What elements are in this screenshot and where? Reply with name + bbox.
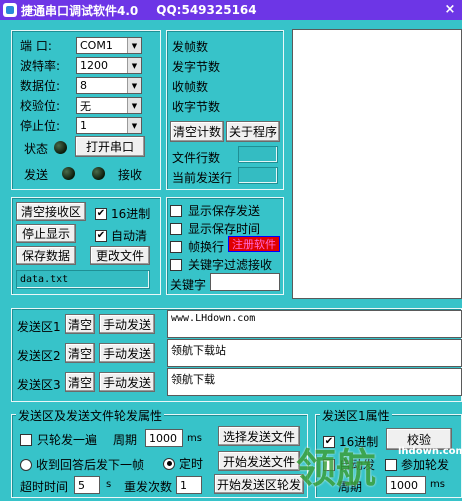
port-label: 端 口: — [20, 39, 52, 53]
start-rotation-button[interactable]: 开始发送区轮发 — [214, 474, 304, 494]
close-icon[interactable]: × — [442, 1, 458, 17]
file-lines-label: 文件行数 — [172, 151, 221, 165]
send-area-1-label: 发送区1 — [17, 320, 61, 334]
port-select[interactable]: COM1 ▼ — [76, 37, 142, 54]
send-bytes-label: 发字节数 — [172, 60, 221, 74]
send-led-icon — [62, 167, 75, 180]
send-area-2-clear-button[interactable]: 清空 — [65, 343, 95, 363]
area1-hex-checkbox[interactable]: ✔ 16进制 — [323, 433, 378, 450]
send-area-3-label: 发送区3 — [17, 378, 61, 392]
resend-input[interactable]: 1 — [176, 476, 202, 494]
area1-props-title: 发送区1属性 — [320, 407, 392, 424]
timed-radio[interactable]: 定时 — [163, 455, 203, 472]
period-label: 周期 — [113, 433, 138, 447]
file-lines-value — [238, 146, 278, 163]
timeout-input[interactable]: 5 — [74, 476, 100, 494]
baud-select[interactable]: 1200 ▼ — [76, 57, 142, 74]
keyword-filter-checkbox[interactable]: 关键字过滤接收 — [170, 256, 272, 273]
app-title: 捷通串口调试软件4.0 — [21, 3, 139, 18]
frame-newline-checkbox[interactable]: 帧换行 — [170, 238, 224, 255]
area1-period-label: 周期 — [338, 480, 363, 494]
checkbox-icon — [323, 458, 335, 471]
select-send-file-button[interactable]: 选择发送文件 — [218, 426, 300, 446]
app-icon — [3, 3, 17, 17]
recv-reply-next-radio[interactable]: 收到回答后发下一帧 — [20, 456, 144, 473]
send-indicator-label: 发送 — [24, 168, 49, 182]
hex-display-checkbox[interactable]: ✔ 16进制 — [95, 205, 150, 222]
change-file-button[interactable]: 更改文件 — [90, 246, 150, 265]
databits-label: 数据位: — [20, 79, 61, 93]
start-send-file-button[interactable]: 开始发送文件 — [218, 451, 300, 471]
period-unit: ms — [187, 433, 202, 444]
keyword-label: 关键字 — [170, 278, 207, 292]
stopbits-select[interactable]: 1 ▼ — [76, 117, 142, 134]
rotation-group-title: 发送区及发送文件轮发属性 — [16, 407, 165, 424]
open-port-button[interactable]: 打开串口 — [75, 136, 145, 157]
save-file-name: data.txt — [16, 270, 150, 289]
send-area-2-manual-send-button[interactable]: 手动发送 — [99, 343, 155, 363]
single-round-checkbox[interactable]: 只轮发一遍 — [20, 431, 97, 448]
parity-label: 校验位: — [20, 99, 61, 113]
stopbits-label: 停止位: — [20, 119, 61, 133]
send-area-3-text[interactable]: 领航下载 — [167, 368, 462, 396]
radio-selected-icon — [163, 457, 175, 470]
send-area-3-clear-button[interactable]: 清空 — [65, 372, 95, 392]
show-save-time-checkbox[interactable]: 显示保存时间 — [170, 220, 260, 237]
keyword-input[interactable] — [210, 273, 280, 291]
recv-frames-label: 收帧数 — [172, 80, 209, 94]
area1-period-input[interactable]: 1000 — [386, 476, 426, 494]
radio-icon — [20, 458, 32, 471]
status-label: 状态 — [24, 142, 49, 156]
area1-period-unit: ms — [430, 479, 445, 490]
register-button[interactable]: 注册软件 — [228, 236, 280, 252]
send-area-1-text[interactable]: www.LHdown.com — [167, 310, 462, 338]
about-button[interactable]: 关于程序 — [226, 121, 280, 142]
checkbox-icon — [170, 240, 182, 253]
checksum-button[interactable]: 校验 — [386, 428, 452, 450]
timeout-label: 超时时间 — [20, 480, 69, 494]
send-area-2-label: 发送区2 — [17, 349, 61, 363]
checkbox-icon — [170, 222, 182, 235]
send-frames-label: 发帧数 — [172, 40, 209, 54]
checkbox-icon — [385, 458, 397, 471]
send-area-1-clear-button[interactable]: 清空 — [65, 314, 95, 334]
qq-number: QQ:549325164 — [156, 3, 257, 17]
recv-led-icon — [92, 167, 105, 180]
chevron-down-icon: ▼ — [127, 98, 141, 113]
resend-label: 重发次数 — [124, 480, 173, 494]
checkbox-icon — [20, 433, 32, 446]
auto-clear-checkbox[interactable]: ✔ 自动清 — [95, 227, 147, 244]
send-area-2-text[interactable]: 领航下载站 — [167, 339, 462, 367]
clear-count-button[interactable]: 清空计数 — [170, 121, 224, 142]
join-rotation-checkbox[interactable]: 参加轮发 — [385, 456, 449, 473]
checkbox-icon — [170, 204, 182, 217]
stop-display-button[interactable]: 停止显示 — [16, 224, 76, 243]
current-line-label: 当前发送行 — [172, 171, 233, 185]
receive-text-area[interactable] — [292, 29, 462, 299]
baud-label: 波特率: — [20, 59, 61, 73]
timeout-unit: s — [106, 479, 112, 490]
recv-bytes-label: 收字节数 — [172, 100, 221, 114]
parity-select[interactable]: 无 ▼ — [76, 97, 142, 114]
chevron-down-icon: ▼ — [127, 38, 141, 53]
chevron-down-icon: ▼ — [127, 118, 141, 133]
current-line-value — [238, 167, 278, 184]
auto-send-checkbox[interactable]: 自动发 — [323, 456, 375, 473]
status-led-icon — [54, 141, 67, 154]
period-input[interactable]: 1000 — [145, 429, 183, 447]
recv-indicator-label: 接收 — [118, 168, 143, 182]
chevron-down-icon: ▼ — [127, 78, 141, 93]
check-icon: ✔ — [95, 207, 107, 220]
show-save-send-checkbox[interactable]: 显示保存发送 — [170, 202, 260, 219]
send-area-1-manual-send-button[interactable]: 手动发送 — [99, 314, 155, 334]
check-icon: ✔ — [323, 435, 335, 448]
send-area-3-manual-send-button[interactable]: 手动发送 — [99, 372, 155, 392]
save-data-button[interactable]: 保存数据 — [16, 246, 76, 265]
check-icon: ✔ — [95, 229, 107, 242]
checkbox-icon — [170, 258, 182, 271]
databits-select[interactable]: 8 ▼ — [76, 77, 142, 94]
title-bar: 捷通串口调试软件4.0 QQ:549325164 × — [0, 0, 462, 20]
chevron-down-icon: ▼ — [127, 58, 141, 73]
clear-receive-button[interactable]: 清空接收区 — [16, 202, 86, 221]
